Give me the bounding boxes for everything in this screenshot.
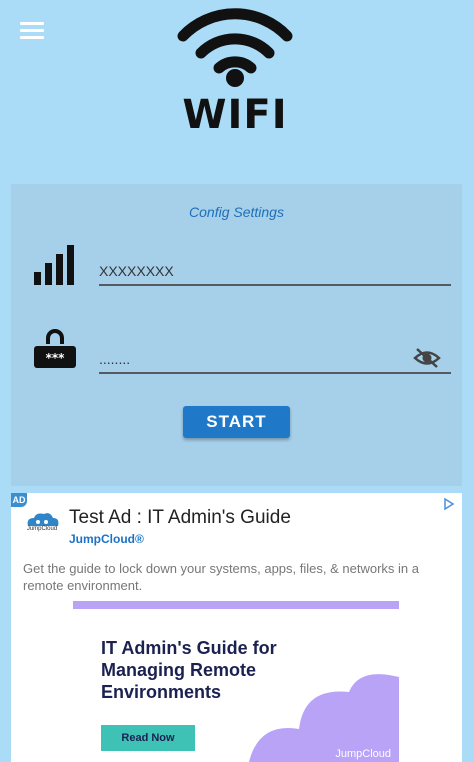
- hamburger-menu-icon[interactable]: [20, 22, 44, 40]
- wifi-icon: [177, 8, 293, 87]
- logo-text: WIFI: [182, 92, 288, 138]
- jumpcloud-logo-icon: [27, 513, 59, 526]
- ssid-input[interactable]: [99, 250, 451, 284]
- ad-title[interactable]: Test Ad : IT Admin's Guide: [69, 507, 291, 529]
- ad-banner[interactable]: AD JumpCloud Test Ad : IT Admin's Guide …: [11, 493, 462, 762]
- ssid-field[interactable]: [99, 250, 451, 286]
- ad-logo-text: JumpCloud: [26, 526, 58, 532]
- password-lock-icon: ***: [34, 329, 76, 368]
- ad-choices-icon[interactable]: [442, 497, 456, 511]
- signal-strength-icon: [34, 245, 74, 285]
- ad-advertiser[interactable]: JumpCloud®: [69, 532, 144, 546]
- read-now-button[interactable]: Read Now: [101, 725, 195, 751]
- start-button[interactable]: START: [183, 406, 290, 438]
- config-settings-card: Config Settings *** START: [11, 184, 462, 486]
- ad-badge: AD: [11, 493, 27, 507]
- password-field[interactable]: [99, 338, 451, 374]
- svg-text:***: ***: [46, 351, 66, 365]
- ad-creative-image[interactable]: IT Admin's Guide for Managing Remote Env…: [73, 601, 399, 762]
- creative-heading: IT Admin's Guide for Managing Remote Env…: [101, 638, 277, 702]
- ad-description: Get the guide to lock down your systems,…: [23, 561, 419, 593]
- visibility-off-icon[interactable]: [413, 346, 441, 370]
- creative-brand: JumpCloud: [335, 748, 391, 760]
- config-title: Config Settings: [189, 204, 284, 220]
- creative-top-stripe: [73, 601, 399, 609]
- wifi-logo: WIFI: [175, 6, 295, 138]
- password-input[interactable]: [99, 338, 451, 372]
